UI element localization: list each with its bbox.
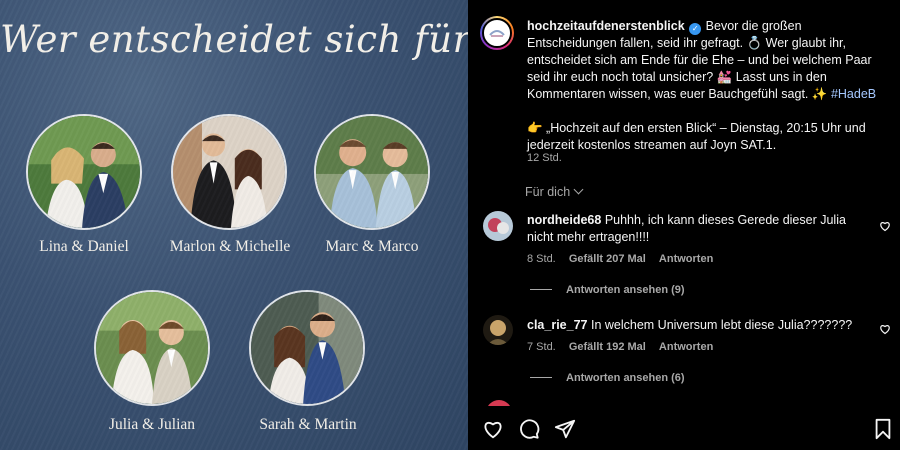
view-replies-button[interactable]: Antworten ansehen (6): [530, 370, 685, 387]
heart-icon[interactable]: [879, 323, 891, 335]
logo-icon: [486, 22, 508, 44]
author-avatar[interactable]: [480, 16, 514, 50]
couple-photo-2: [171, 114, 287, 230]
commenter-username[interactable]: cla_rie_77: [527, 318, 587, 332]
view-replies-label: Antworten ansehen (6): [566, 372, 685, 384]
comment-likes[interactable]: Gefällt 207 Mal: [569, 253, 646, 265]
author-username[interactable]: hochzeitaufdenerstenblick: [527, 19, 685, 33]
comment-body: nordheide68 Puhhh, ich kann dieses Gered…: [527, 212, 862, 246]
comment-body: cla_rie_77 In welchem Universum lebt die…: [527, 317, 862, 334]
commenter-username[interactable]: nordheide68: [527, 213, 601, 227]
comment-timestamp: 8 Std.: [527, 253, 556, 265]
commenter-avatar[interactable]: [483, 315, 513, 345]
post-caption: hochzeitaufdenerstenblick ✓ Bevor die gr…: [527, 18, 889, 154]
share-icon[interactable]: [554, 418, 576, 440]
view-replies-label: Antworten ansehen (9): [566, 284, 685, 296]
bookmark-icon[interactable]: [872, 418, 894, 440]
commenter-avatar[interactable]: [483, 211, 513, 241]
couple-photo-5: [249, 290, 365, 406]
post-image[interactable]: Wer entscheidet sich für die Ehe? Lina &…: [0, 0, 468, 450]
action-bar: [468, 408, 900, 450]
comment-timestamp: 7 Std.: [527, 341, 556, 353]
hashtag-link[interactable]: #HadeB: [831, 87, 876, 101]
caption-timestamp: 12 Std.: [527, 152, 562, 164]
comment-text: In welchem Universum lebt diese Julia???…: [590, 318, 853, 332]
image-headline: Wer entscheidet sich für die Ehe?: [0, 18, 468, 61]
couple-name: Marc & Marco: [325, 238, 419, 255]
heart-icon[interactable]: [879, 220, 891, 232]
comments-panel: hochzeitaufdenerstenblick ✓ Bevor die gr…: [468, 0, 900, 450]
comment-meta: 7 Std. Gefällt 192 Mal Antworten: [527, 339, 723, 356]
reply-button[interactable]: Antworten: [659, 253, 713, 265]
comment-likes[interactable]: Gefällt 192 Mal: [569, 341, 646, 353]
couple-photo-4: [94, 290, 210, 406]
view-replies-button[interactable]: Antworten ansehen (9): [530, 282, 685, 299]
couple-photo-3: [314, 114, 430, 230]
couple-name: Sarah & Martin: [259, 416, 357, 433]
sort-label: Für dich: [525, 185, 571, 199]
verified-icon: ✓: [689, 23, 702, 35]
comment-meta: 8 Std. Gefällt 207 Mal Antworten: [527, 251, 723, 268]
couple-name: Marlon & Michelle: [169, 238, 291, 255]
caption-broadcast-info: 👉 „Hochzeit auf den ersten Blick“ – Dien…: [527, 121, 866, 152]
reply-button[interactable]: Antworten: [659, 341, 713, 353]
heart-icon[interactable]: [482, 418, 504, 440]
couple-photo-1: [26, 114, 142, 230]
chevron-down-icon: [573, 184, 584, 195]
for-you-sort-dropdown[interactable]: Für dich: [525, 184, 584, 201]
couple-name: Julia & Julian: [108, 416, 196, 433]
comment-icon[interactable]: [518, 418, 540, 440]
couple-name: Lina & Daniel: [39, 238, 129, 255]
